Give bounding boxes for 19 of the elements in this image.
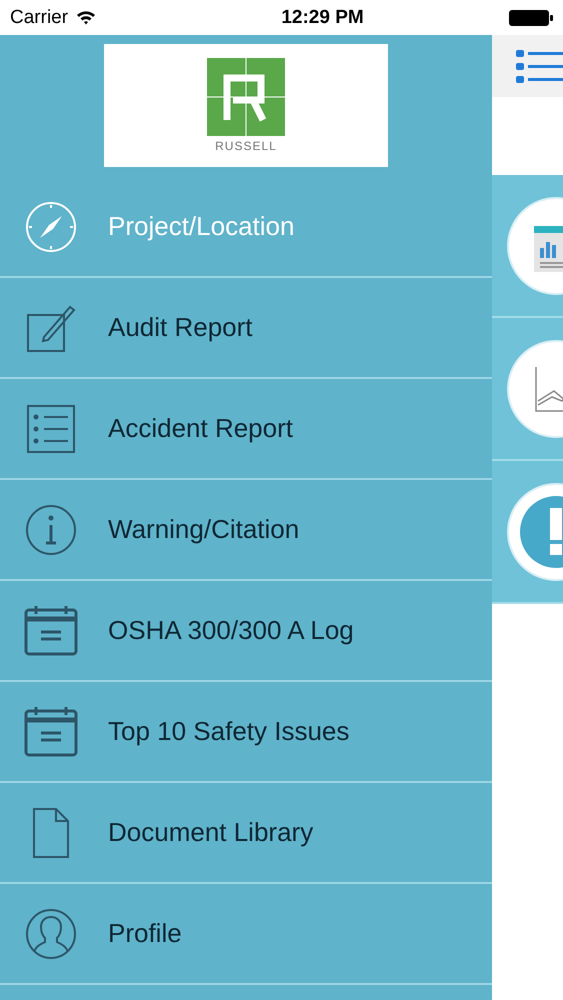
battery-icon bbox=[509, 10, 553, 26]
menu-item[interactable]: Profile bbox=[108, 918, 182, 949]
menu-item[interactable]: Top 10 Safety Issues bbox=[108, 716, 350, 747]
logo-icon bbox=[207, 58, 285, 136]
clock-time: 12:29 PM bbox=[281, 6, 364, 28]
menu-item[interactable]: Audit Report bbox=[108, 312, 253, 343]
wifi-icon bbox=[76, 10, 96, 25]
menu-item[interactable]: Document Library bbox=[108, 817, 314, 848]
menu-item[interactable]: Accident Report bbox=[108, 413, 293, 444]
menu-item[interactable]: Warning/Citation bbox=[108, 514, 300, 545]
carrier-label: Carrier bbox=[10, 6, 68, 28]
calendar-icon bbox=[24, 604, 78, 658]
user-icon bbox=[24, 906, 78, 960]
info-icon bbox=[24, 502, 78, 556]
menu-icon[interactable] bbox=[516, 48, 563, 84]
logo-text: RUSSELL bbox=[215, 139, 277, 153]
compass-icon bbox=[24, 200, 78, 254]
calendar-icon bbox=[24, 704, 78, 758]
menu-item[interactable]: OSHA 300/300 A Log bbox=[108, 615, 354, 646]
